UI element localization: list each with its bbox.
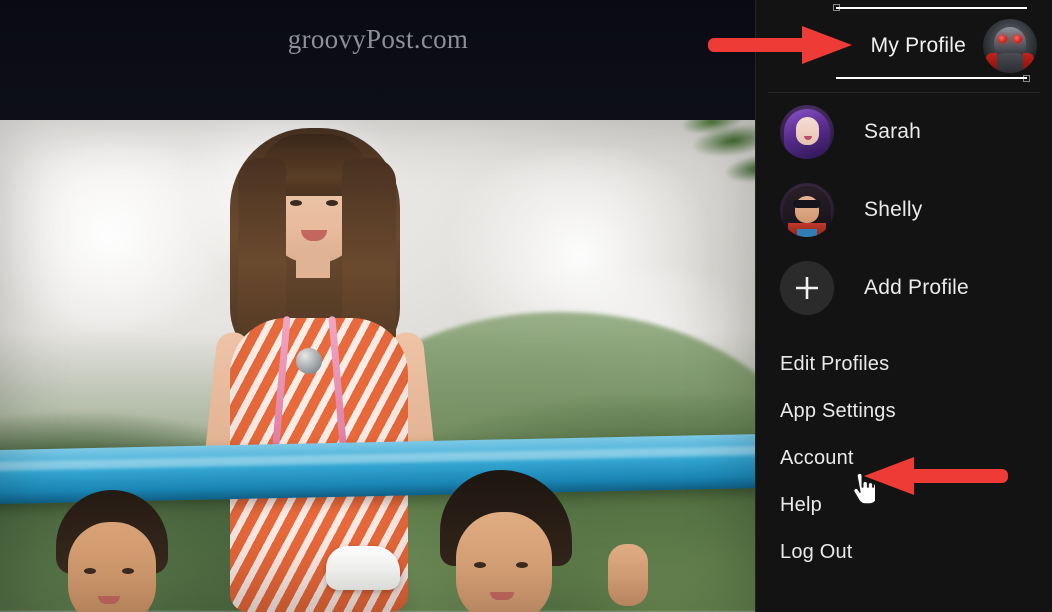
menu-item-help[interactable]: Help	[756, 482, 1052, 529]
app-window: groovyPost.com My Profile Sarah Shelly A…	[0, 0, 1052, 612]
menu-item-label: Help	[780, 494, 822, 516]
menu-item-account[interactable]: Account	[756, 435, 1052, 482]
content-area: groovyPost.com	[0, 0, 756, 612]
menu-item-app-settings[interactable]: App Settings	[756, 388, 1052, 435]
my-profile-row[interactable]: My Profile	[756, 0, 1052, 92]
palm-leaves	[608, 120, 756, 236]
my-profile-label: My Profile	[870, 34, 966, 57]
profile-name-shelly: Shelly	[864, 198, 923, 221]
profile-menu-panel: My Profile Sarah Shelly Add Profile Edit…	[755, 0, 1052, 612]
profile-name-sarah: Sarah	[864, 120, 922, 143]
menu-item-edit-profiles[interactable]: Edit Profiles	[756, 341, 1052, 388]
menu-item-label: App Settings	[780, 400, 896, 422]
plus-icon	[780, 261, 834, 315]
pointer-hand-cursor	[852, 473, 875, 505]
purple-hair-avatar	[780, 105, 834, 159]
profile-item-shelly[interactable]: Shelly	[756, 171, 1052, 249]
add-profile-label: Add Profile	[864, 276, 969, 299]
masked-hero-avatar	[780, 183, 834, 237]
ant-man-avatar[interactable]	[983, 19, 1037, 73]
menu-list: Edit Profiles App Settings Account Help …	[756, 327, 1052, 576]
menu-item-label: Log Out	[780, 541, 853, 563]
hero-artwork	[0, 120, 756, 612]
menu-item-label: Account	[780, 447, 854, 469]
menu-item-label: Edit Profiles	[780, 353, 890, 375]
profile-item-sarah[interactable]: Sarah	[756, 93, 1052, 171]
add-profile-row[interactable]: Add Profile	[756, 249, 1052, 327]
watermark-text: groovyPost.com	[287, 24, 469, 54]
character-boy-left	[14, 490, 214, 612]
app-top-bar	[0, 0, 756, 120]
menu-item-log-out[interactable]: Log Out	[756, 529, 1052, 576]
character-boy-right	[400, 470, 648, 612]
